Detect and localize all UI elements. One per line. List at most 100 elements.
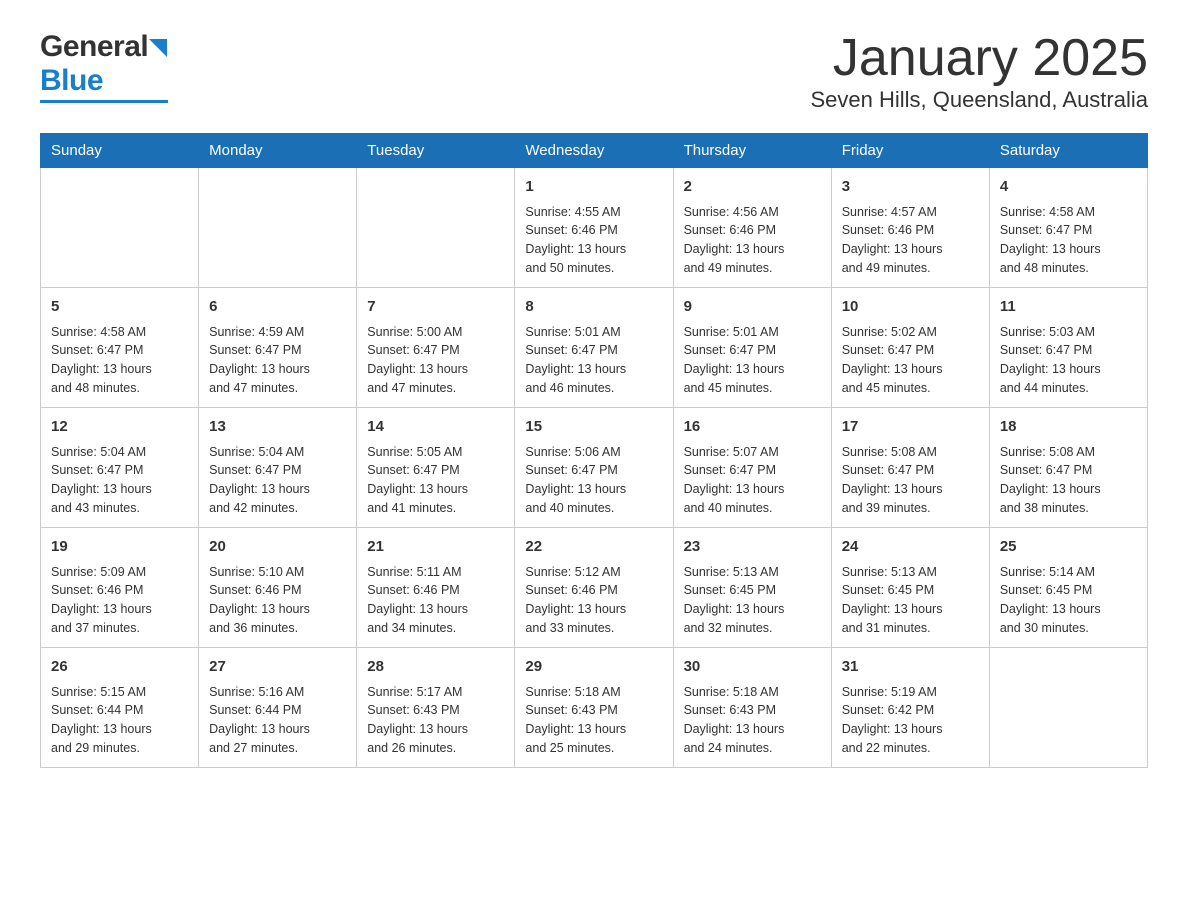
sun-info: Sunrise: 4:58 AM Sunset: 6:47 PM Dayligh… bbox=[51, 323, 188, 398]
sun-info: Sunrise: 5:01 AM Sunset: 6:47 PM Dayligh… bbox=[684, 323, 821, 398]
sun-info: Sunrise: 4:58 AM Sunset: 6:47 PM Dayligh… bbox=[1000, 203, 1137, 278]
day-number: 1 bbox=[525, 176, 662, 199]
calendar-cell: 14 Sunrise: 5:05 AM Sunset: 6:47 PM Dayli… bbox=[357, 408, 515, 528]
sun-info: Sunrise: 5:01 AM Sunset: 6:47 PM Dayligh… bbox=[525, 323, 662, 398]
logo-underline bbox=[40, 100, 168, 103]
calendar-cell: 29 Sunrise: 5:18 AM Sunset: 6:43 PM Dayli… bbox=[515, 648, 673, 768]
day-number: 18 bbox=[1000, 416, 1137, 439]
calendar-cell bbox=[989, 648, 1147, 768]
sun-info: Sunrise: 5:18 AM Sunset: 6:43 PM Dayligh… bbox=[684, 683, 821, 758]
day-number: 27 bbox=[209, 656, 346, 679]
calendar-cell: 25 Sunrise: 5:14 AM Sunset: 6:45 PM Dayli… bbox=[989, 528, 1147, 648]
sun-info: Sunrise: 5:16 AM Sunset: 6:44 PM Dayligh… bbox=[209, 683, 346, 758]
sun-info: Sunrise: 4:56 AM Sunset: 6:46 PM Dayligh… bbox=[684, 203, 821, 278]
calendar-cell: 5 Sunrise: 4:58 AM Sunset: 6:47 PM Daylig… bbox=[41, 288, 199, 408]
day-number: 13 bbox=[209, 416, 346, 439]
day-number: 30 bbox=[684, 656, 821, 679]
sun-info: Sunrise: 5:17 AM Sunset: 6:43 PM Dayligh… bbox=[367, 683, 504, 758]
day-number: 11 bbox=[1000, 296, 1137, 319]
calendar-cell: 23Sunrise: 5:13 AM Sunset: 6:45 PM Dayli… bbox=[673, 528, 831, 648]
sun-info: Sunrise: 5:13 AM Sunset: 6:45 PM Dayligh… bbox=[684, 563, 821, 638]
sun-info: Sunrise: 5:03 AM Sunset: 6:47 PM Dayligh… bbox=[1000, 323, 1137, 398]
sun-info: Sunrise: 4:55 AM Sunset: 6:46 PM Dayligh… bbox=[525, 203, 662, 278]
calendar-cell: 26Sunrise: 5:15 AM Sunset: 6:44 PM Dayli… bbox=[41, 648, 199, 768]
weekday-header-saturday: Saturday bbox=[989, 134, 1147, 168]
calendar-cell: 12 Sunrise: 5:04 AM Sunset: 6:47 PM Dayli… bbox=[41, 408, 199, 528]
calendar-cell: 9Sunrise: 5:01 AM Sunset: 6:47 PM Daylig… bbox=[673, 288, 831, 408]
day-number: 6 bbox=[209, 296, 346, 319]
calendar-week-row: 12 Sunrise: 5:04 AM Sunset: 6:47 PM Dayli… bbox=[41, 408, 1148, 528]
location-title: Seven Hills, Queensland, Australia bbox=[810, 87, 1148, 113]
day-number: 2 bbox=[684, 176, 821, 199]
day-number: 19 bbox=[51, 536, 188, 559]
sun-info: Sunrise: 5:00 AM Sunset: 6:47 PM Dayligh… bbox=[367, 323, 504, 398]
logo-text: GeneralBlue bbox=[40, 30, 168, 98]
day-number: 15 bbox=[525, 416, 662, 439]
weekday-header-thursday: Thursday bbox=[673, 134, 831, 168]
calendar-cell: 10 Sunrise: 5:02 AM Sunset: 6:47 PM Dayli… bbox=[831, 288, 989, 408]
day-number: 22 bbox=[525, 536, 662, 559]
sun-info: Sunrise: 5:02 AM Sunset: 6:47 PM Dayligh… bbox=[842, 323, 979, 398]
sun-info: Sunrise: 5:08 AM Sunset: 6:47 PM Dayligh… bbox=[842, 443, 979, 518]
weekday-header-tuesday: Tuesday bbox=[357, 134, 515, 168]
calendar-cell: 4 Sunrise: 4:58 AM Sunset: 6:47 PM Daylig… bbox=[989, 168, 1147, 288]
calendar-cell: 15Sunrise: 5:06 AM Sunset: 6:47 PM Dayli… bbox=[515, 408, 673, 528]
calendar-cell: 17 Sunrise: 5:08 AM Sunset: 6:47 PM Dayli… bbox=[831, 408, 989, 528]
sun-info: Sunrise: 5:04 AM Sunset: 6:47 PM Dayligh… bbox=[51, 443, 188, 518]
sun-info: Sunrise: 5:15 AM Sunset: 6:44 PM Dayligh… bbox=[51, 683, 188, 758]
calendar-cell: 6 Sunrise: 4:59 AM Sunset: 6:47 PM Daylig… bbox=[199, 288, 357, 408]
calendar-cell bbox=[357, 168, 515, 288]
day-number: 8 bbox=[525, 296, 662, 319]
calendar-body: 1 Sunrise: 4:55 AM Sunset: 6:46 PM Daylig… bbox=[41, 168, 1148, 768]
day-number: 17 bbox=[842, 416, 979, 439]
sun-info: Sunrise: 5:10 AM Sunset: 6:46 PM Dayligh… bbox=[209, 563, 346, 638]
sun-info: Sunrise: 5:14 AM Sunset: 6:45 PM Dayligh… bbox=[1000, 563, 1137, 638]
sun-info: Sunrise: 5:04 AM Sunset: 6:47 PM Dayligh… bbox=[209, 443, 346, 518]
day-number: 25 bbox=[1000, 536, 1137, 559]
day-number: 5 bbox=[51, 296, 188, 319]
sun-info: Sunrise: 5:12 AM Sunset: 6:46 PM Dayligh… bbox=[525, 563, 662, 638]
calendar-cell: 31Sunrise: 5:19 AM Sunset: 6:42 PM Dayli… bbox=[831, 648, 989, 768]
calendar-cell: 3Sunrise: 4:57 AM Sunset: 6:46 PM Daylig… bbox=[831, 168, 989, 288]
calendar-cell: 20Sunrise: 5:10 AM Sunset: 6:46 PM Dayli… bbox=[199, 528, 357, 648]
sun-info: Sunrise: 5:08 AM Sunset: 6:47 PM Dayligh… bbox=[1000, 443, 1137, 518]
sun-info: Sunrise: 5:11 AM Sunset: 6:46 PM Dayligh… bbox=[367, 563, 504, 638]
day-number: 3 bbox=[842, 176, 979, 199]
calendar-cell: 18 Sunrise: 5:08 AM Sunset: 6:47 PM Dayli… bbox=[989, 408, 1147, 528]
logo: GeneralBlue bbox=[40, 30, 168, 103]
day-number: 4 bbox=[1000, 176, 1137, 199]
weekday-header-sunday: Sunday bbox=[41, 134, 199, 168]
day-number: 10 bbox=[842, 296, 979, 319]
calendar-week-row: 1 Sunrise: 4:55 AM Sunset: 6:46 PM Daylig… bbox=[41, 168, 1148, 288]
calendar-cell: 11 Sunrise: 5:03 AM Sunset: 6:47 PM Dayli… bbox=[989, 288, 1147, 408]
day-number: 24 bbox=[842, 536, 979, 559]
sun-info: Sunrise: 5:05 AM Sunset: 6:47 PM Dayligh… bbox=[367, 443, 504, 518]
calendar-cell: 16 Sunrise: 5:07 AM Sunset: 6:47 PM Dayli… bbox=[673, 408, 831, 528]
calendar-cell: 30 Sunrise: 5:18 AM Sunset: 6:43 PM Dayli… bbox=[673, 648, 831, 768]
calendar-cell: 24 Sunrise: 5:13 AM Sunset: 6:45 PM Dayli… bbox=[831, 528, 989, 648]
day-number: 21 bbox=[367, 536, 504, 559]
calendar-cell bbox=[41, 168, 199, 288]
sun-info: Sunrise: 5:18 AM Sunset: 6:43 PM Dayligh… bbox=[525, 683, 662, 758]
month-title: January 2025 bbox=[810, 30, 1148, 87]
calendar-table: SundayMondayTuesdayWednesdayThursdayFrid… bbox=[40, 133, 1148, 768]
sun-info: Sunrise: 4:59 AM Sunset: 6:47 PM Dayligh… bbox=[209, 323, 346, 398]
day-number: 16 bbox=[684, 416, 821, 439]
calendar-cell: 2 Sunrise: 4:56 AM Sunset: 6:46 PM Daylig… bbox=[673, 168, 831, 288]
sun-info: Sunrise: 5:13 AM Sunset: 6:45 PM Dayligh… bbox=[842, 563, 979, 638]
logo-triangle-icon bbox=[149, 39, 167, 57]
day-number: 12 bbox=[51, 416, 188, 439]
day-number: 29 bbox=[525, 656, 662, 679]
sun-info: Sunrise: 5:07 AM Sunset: 6:47 PM Dayligh… bbox=[684, 443, 821, 518]
day-number: 14 bbox=[367, 416, 504, 439]
calendar-week-row: 5 Sunrise: 4:58 AM Sunset: 6:47 PM Daylig… bbox=[41, 288, 1148, 408]
calendar-week-row: 26Sunrise: 5:15 AM Sunset: 6:44 PM Dayli… bbox=[41, 648, 1148, 768]
weekday-header-friday: Friday bbox=[831, 134, 989, 168]
calendar-week-row: 19 Sunrise: 5:09 AM Sunset: 6:46 PM Dayli… bbox=[41, 528, 1148, 648]
sun-info: Sunrise: 5:19 AM Sunset: 6:42 PM Dayligh… bbox=[842, 683, 979, 758]
day-number: 28 bbox=[367, 656, 504, 679]
sun-info: Sunrise: 5:09 AM Sunset: 6:46 PM Dayligh… bbox=[51, 563, 188, 638]
title-section: January 2025 Seven Hills, Queensland, Au… bbox=[810, 30, 1148, 113]
calendar-cell: 28 Sunrise: 5:17 AM Sunset: 6:43 PM Dayli… bbox=[357, 648, 515, 768]
page-header: GeneralBlue January 2025 Seven Hills, Qu… bbox=[40, 30, 1148, 113]
